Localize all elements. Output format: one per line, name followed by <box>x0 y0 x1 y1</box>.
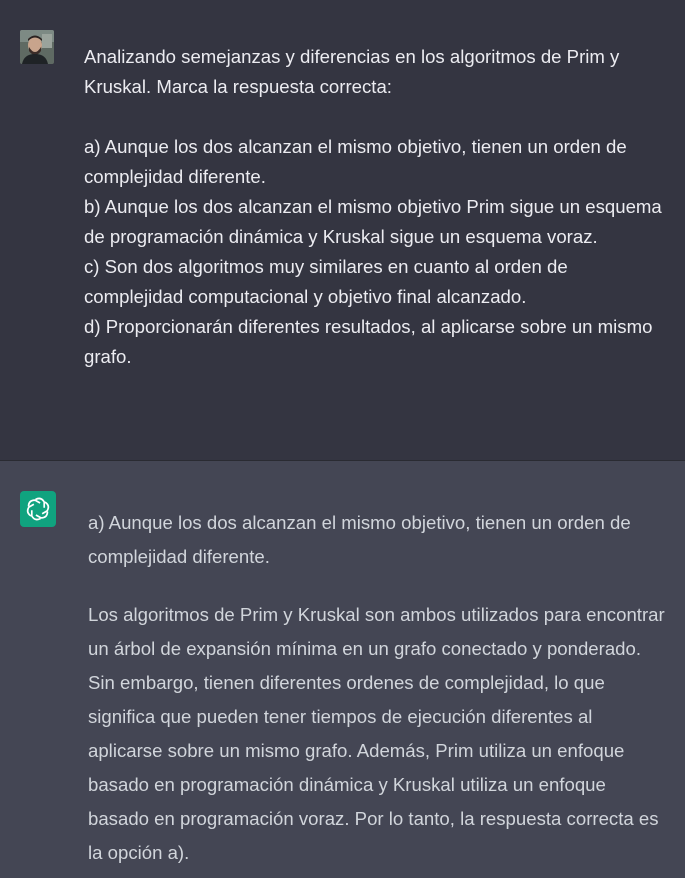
assistant-explanation-paragraph: Los algoritmos de Prim y Kruskal son amb… <box>88 604 665 863</box>
assistant-avatar <box>20 491 56 527</box>
user-message: Analizando semejanzas y diferencias en l… <box>0 0 685 461</box>
assistant-answer-paragraph: a) Aunque los dos alcanzan el mismo obje… <box>88 512 631 567</box>
assistant-message-text: a) Aunque los dos alcanzan el mismo obje… <box>88 506 671 870</box>
user-avatar[interactable] <box>20 30 54 64</box>
user-message-text: Analizando semejanzas y diferencias en l… <box>84 46 662 367</box>
user-photo-avatar-icon <box>20 30 54 64</box>
openai-logo-icon <box>26 497 50 521</box>
assistant-message: a) Aunque los dos alcanzan el mismo obje… <box>0 461 685 878</box>
